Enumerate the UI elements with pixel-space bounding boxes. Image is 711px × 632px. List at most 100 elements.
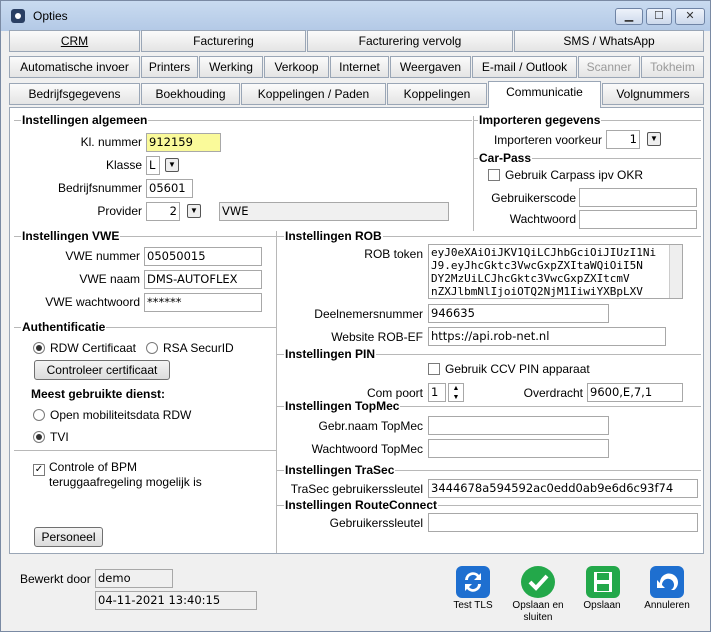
tab-facturering[interactable]: Facturering xyxy=(141,30,306,52)
vwe-nummer-label: VWE nummer xyxy=(65,249,140,263)
klasse-dropdown-icon[interactable]: ▼ xyxy=(165,158,179,172)
app-icon xyxy=(11,9,25,23)
carpass-ww-input[interactable] xyxy=(579,210,697,229)
section-title-auth: Authentificatie xyxy=(21,320,107,334)
bpm-label-line2: teruggaafregeling mogelijk is xyxy=(49,475,202,489)
tab-printers[interactable]: Printers xyxy=(141,56,198,78)
vwe-naam-input[interactable]: DMS-AUTOFLEX xyxy=(144,270,262,289)
bedrijfsnummer-label: Bedrijfsnummer xyxy=(57,181,142,195)
opslaan-label: Opslaan xyxy=(583,600,621,611)
importeren-voorkeur-input[interactable]: 1 xyxy=(606,130,640,149)
kl-nummer-input[interactable]: 912159 xyxy=(146,133,221,152)
window-title: Opties xyxy=(33,9,68,23)
open-mobiliteitsdata-label: Open mobiliteitsdata RDW xyxy=(50,408,192,422)
importeren-dropdown-icon[interactable]: ▼ xyxy=(647,132,661,146)
ccv-pin-label: Gebruik CCV PIN apparaat xyxy=(445,362,590,376)
rsa-radio[interactable] xyxy=(146,342,158,354)
vwe-nummer-input[interactable]: 05050015 xyxy=(144,247,262,266)
topmec-naam-input[interactable] xyxy=(428,416,609,435)
bpm-label-line1: Controle of BPM xyxy=(49,460,138,474)
carpass-code-input[interactable] xyxy=(579,188,697,207)
tab-facturering-vervolg[interactable]: Facturering vervolg xyxy=(307,30,513,52)
datum-field: 04-11-2021 13:40:15 xyxy=(95,591,257,610)
communicatie-panel: Instellingen algemeen Kl. nummer 912159 … xyxy=(9,107,704,554)
tab-koppelingen-paden[interactable]: Koppelingen / Paden xyxy=(241,83,386,105)
tab-koppelingen[interactable]: Koppelingen xyxy=(387,83,487,105)
carpass-checkbox[interactable] xyxy=(488,169,500,181)
bedrijfsnummer-input[interactable]: 05601 xyxy=(146,179,193,198)
tab-email-outlook[interactable]: E-mail / Outlook xyxy=(472,56,577,78)
tab-boekhouding[interactable]: Boekhouding xyxy=(141,83,240,105)
overdracht-label: Overdracht xyxy=(523,386,583,400)
com-poort-input[interactable]: 1 xyxy=(428,383,446,402)
tab-label: CRM xyxy=(60,34,89,48)
tab-weergaven[interactable]: Weergaven xyxy=(390,56,471,78)
trasec-key-input[interactable]: 3444678a594592ac0edd0ab9e6d6c93f74 xyxy=(428,479,698,498)
vwe-wachtwoord-input[interactable]: ****** xyxy=(144,293,262,312)
kl-nummer-label: Kl. nummer xyxy=(80,135,142,149)
controleer-certificaat-button[interactable]: Controleer certificaat xyxy=(34,360,170,380)
vwe-naam-label: VWE naam xyxy=(79,272,140,286)
section-title-pin: Instellingen PIN xyxy=(284,347,377,361)
tab-internet[interactable]: Internet xyxy=(330,56,389,78)
rsa-radio-label: RSA SecurID xyxy=(163,341,234,355)
routeconnect-key-input[interactable] xyxy=(428,513,698,532)
klasse-input[interactable]: L xyxy=(146,156,160,175)
tab-automatische-invoer[interactable]: Automatische invoer xyxy=(9,56,140,78)
topmec-ww-input[interactable] xyxy=(428,439,609,458)
opslaan-sluiten-icon[interactable] xyxy=(521,566,555,598)
section-title-vwe: Instellingen VWE xyxy=(21,229,121,243)
tab-scanner: Scanner xyxy=(578,56,640,78)
annuleren-label: Annuleren xyxy=(644,600,690,611)
test-tls-icon[interactable] xyxy=(456,566,490,598)
bpm-checkbox[interactable]: ✓ xyxy=(33,464,45,476)
klasse-label: Klasse xyxy=(105,158,142,172)
title-bar: Opties ▁ ☐ ✕ xyxy=(1,1,710,31)
tab-crm[interactable]: CRM xyxy=(9,30,140,52)
topmec-ww-label: Wachtwoord TopMec xyxy=(311,442,423,456)
personeel-button[interactable]: Personeel xyxy=(34,527,103,547)
carpass-checkbox-label: Gebruik Carpass ipv OKR xyxy=(505,168,644,182)
provider-name-field: VWE xyxy=(219,202,449,221)
opslaan-sluiten-label-line1: Opslaan en xyxy=(512,600,564,611)
open-mobiliteitsdata-radio[interactable] xyxy=(33,409,45,421)
rdw-radio[interactable] xyxy=(33,342,45,354)
section-title-trasec: Instellingen TraSec xyxy=(284,463,396,477)
annuleren-icon[interactable] xyxy=(650,566,684,598)
bewerkt-door-field: demo xyxy=(95,569,173,588)
test-tls-label: Test TLS xyxy=(453,600,493,611)
section-title-topmec: Instellingen TopMec xyxy=(284,399,401,413)
tab-sms-whatsapp[interactable]: SMS / WhatsApp xyxy=(514,30,704,52)
rob-token-textarea[interactable]: eyJ0eXAiOiJKV1QiLCJhbGciOiJIUzI1Ni J9.ey… xyxy=(428,244,683,299)
maximize-button[interactable]: ☐ xyxy=(646,8,672,25)
deelnemersnummer-input[interactable]: 946635 xyxy=(428,304,609,323)
tab-communicatie[interactable]: Communicatie xyxy=(488,81,601,108)
website-rob-label: Website ROB-EF xyxy=(331,330,423,344)
tab-volgnummers[interactable]: Volgnummers xyxy=(602,83,704,105)
rob-token-scrollbar[interactable] xyxy=(669,245,682,298)
tab-werking[interactable]: Werking xyxy=(199,56,263,78)
tab-verkoop[interactable]: Verkoop xyxy=(264,56,329,78)
provider-input[interactable]: 2 xyxy=(146,202,180,221)
tab-bedrijfsgegevens[interactable]: Bedrijfsgegevens xyxy=(9,83,140,105)
section-title-algemeen: Instellingen algemeen xyxy=(21,113,149,127)
routeconnect-key-label: Gebruikerssleutel xyxy=(329,516,423,530)
importeren-voorkeur-label: Importeren voorkeur xyxy=(493,133,602,147)
com-poort-spinner-icon[interactable]: ▲ ▼ xyxy=(448,383,464,402)
provider-dropdown-icon[interactable]: ▼ xyxy=(187,204,201,218)
com-poort-label: Com poort xyxy=(366,386,423,400)
minimize-button[interactable]: ▁ xyxy=(615,8,643,25)
website-rob-input[interactable]: https://api.rob-net.nl xyxy=(428,327,666,346)
tvi-radio[interactable] xyxy=(33,431,45,443)
ccv-pin-checkbox[interactable] xyxy=(428,363,440,375)
rdw-radio-label: RDW Certificaat xyxy=(50,341,137,355)
save-icon[interactable] xyxy=(586,566,620,598)
trasec-key-label: TraSec gebruikerssleutel xyxy=(290,482,423,496)
rob-token-label: ROB token xyxy=(364,247,423,261)
section-title-importeren: Importeren gegevens xyxy=(478,113,602,127)
close-button[interactable]: ✕ xyxy=(675,8,705,25)
bewerkt-door-label: Bewerkt door xyxy=(20,572,91,586)
provider-label: Provider xyxy=(97,204,142,218)
overdracht-input[interactable]: 9600,E,7,1 xyxy=(587,383,683,402)
deelnemersnummer-label: Deelnemersnummer xyxy=(314,307,423,321)
